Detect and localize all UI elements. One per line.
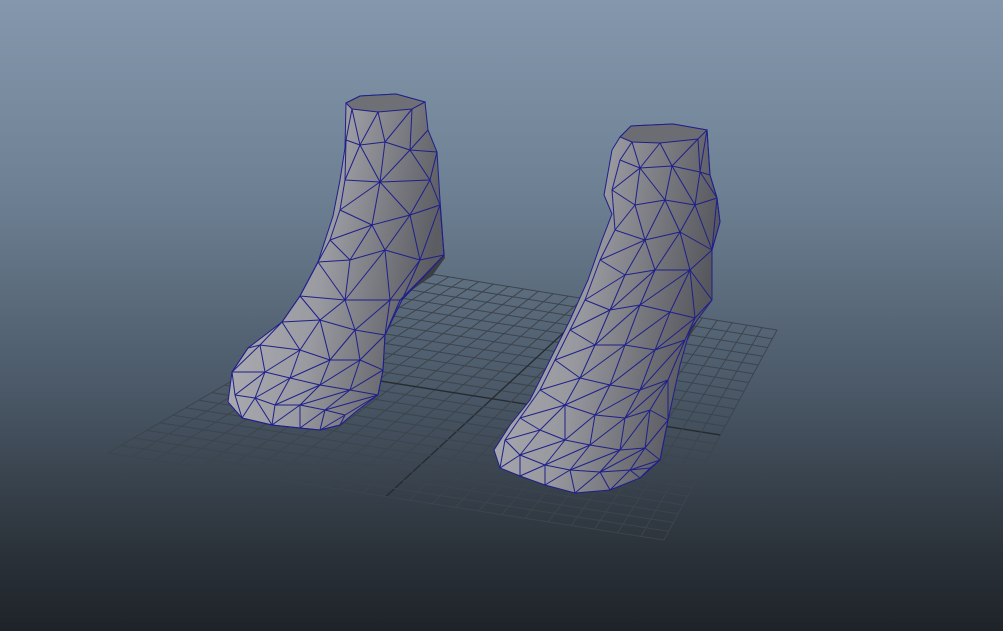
- left-foot-mesh[interactable]: [227, 93, 445, 431]
- viewport-3d[interactable]: [0, 0, 1003, 631]
- scene-canvas[interactable]: [0, 0, 1003, 631]
- left-foot-surface: [227, 93, 445, 431]
